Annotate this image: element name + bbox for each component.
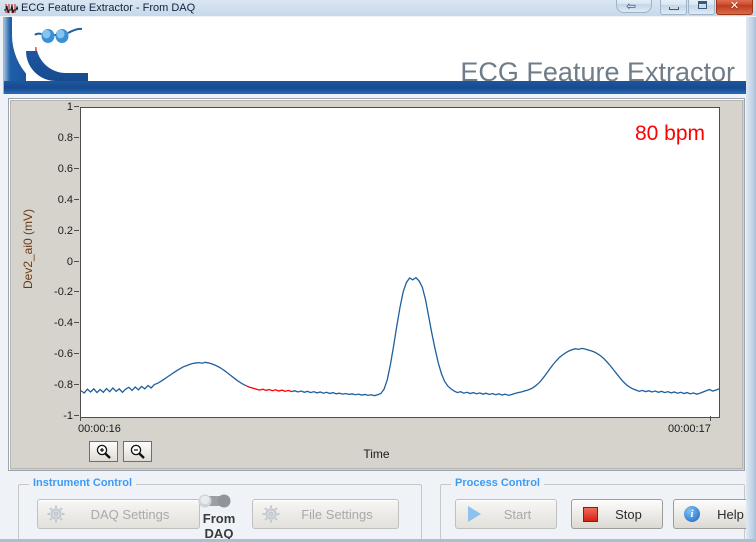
source-toggle-label: From DAQ (202, 511, 236, 541)
y-axis-tick: -0.6 (33, 348, 79, 360)
heart-rate-readout: 80 bpm (634, 122, 705, 145)
play-icon (461, 506, 487, 522)
stop-square-icon (577, 506, 603, 522)
source-toggle[interactable]: From DAQ (189, 491, 247, 541)
minimize-icon[interactable] (660, 0, 687, 15)
window-right-edge (746, 17, 756, 542)
start-button[interactable]: Start (455, 499, 557, 529)
graph-frame: 80 bpm 1 0.8 0.6 0.4 0.2 0 -0.2 -0.4 -0.6 -0.8 -1 … (10, 100, 743, 469)
window-controls: ⇦ ✕ (616, 0, 753, 15)
y-axis-label: Dev2_ai0 (mV) (21, 208, 35, 289)
daq-settings-button[interactable]: DAQ Settings (37, 499, 200, 529)
stop-button[interactable]: Stop (571, 499, 663, 529)
x-axis-tick: 00:00:16 (78, 416, 121, 435)
back-icon[interactable]: ⇦ (616, 0, 652, 13)
y-axis-tick: -1 (33, 410, 79, 422)
help-button[interactable]: i Help (673, 499, 756, 529)
waveform-plot-area[interactable]: 80 bpm (80, 107, 720, 418)
y-axis-tick: 0.2 (33, 225, 79, 237)
toggle-switch-graphic (197, 493, 235, 508)
desktop: DAQ ECG Feature Extractor - From DAQ ⇦ (0, 0, 756, 542)
title-bar[interactable]: ECG Feature Extractor - From DAQ ⇦ ✕ (0, 0, 756, 16)
waveform-graph-panel: 80 bpm 1 0.8 0.6 0.4 0.2 0 -0.2 -0.4 -0.6 -0.8 -1 … (8, 98, 745, 471)
x-axis-tick: 00:00:17 (668, 416, 711, 435)
instrument-control-title: Instrument Control (29, 477, 136, 489)
y-axis-tick: -0.2 (33, 286, 79, 298)
app-header: ECG Feature Extractor (3, 17, 753, 94)
y-axis-tick: -0.4 (33, 317, 79, 329)
file-settings-button[interactable]: File Settings (252, 499, 399, 529)
y-axis-tick: 0.8 (33, 132, 79, 144)
y-axis-tick: -0.8 (33, 379, 79, 391)
start-label: Start (503, 506, 532, 522)
waveform-segment (246, 385, 292, 393)
process-control-group: Process Control Start Stop i Help (440, 477, 756, 542)
close-icon[interactable]: ✕ (716, 0, 753, 15)
zoom-out-icon[interactable] (123, 441, 152, 462)
info-icon: i (679, 506, 705, 522)
ecg-waveform (81, 276, 719, 397)
application-window: ECG Feature Extractor - From DAQ ⇦ ✕ ECG… (0, 0, 756, 542)
file-settings-label: File Settings (301, 506, 373, 522)
zoom-in-icon[interactable] (89, 441, 118, 462)
maximize-icon[interactable] (688, 0, 715, 15)
ecg-app-icon (4, 2, 19, 15)
waveform-segment (291, 276, 719, 397)
y-axis-tick: 0.6 (33, 163, 79, 175)
process-control-title: Process Control (451, 477, 544, 489)
y-axis-tick: 0 (33, 256, 79, 268)
window-title: ECG Feature Extractor - From DAQ (21, 2, 196, 14)
y-axis-tick: 0.4 (33, 194, 79, 206)
waveform-segment (81, 361, 248, 394)
y-axis-tick: 1 (33, 101, 79, 113)
stop-label: Stop (615, 506, 642, 522)
graph-zoom-controls (89, 441, 152, 462)
header-bottom-band (4, 81, 753, 94)
gear-icon (258, 504, 284, 524)
instrument-control-group: Instrument Control DAQ Settings From DAQ… (18, 477, 422, 542)
close-glyph: ✕ (729, 0, 740, 12)
gear-icon (43, 504, 69, 524)
daq-settings-label: DAQ Settings (90, 506, 170, 522)
